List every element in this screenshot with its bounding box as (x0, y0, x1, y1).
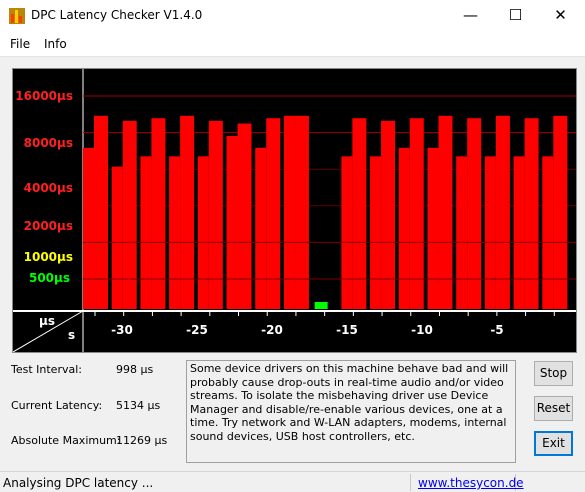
latency-bar (352, 118, 367, 309)
exit-button[interactable]: Exit (534, 431, 573, 456)
y-tick-label: 1000µs (23, 250, 73, 264)
close-button[interactable]: ✕ (538, 0, 583, 31)
latency-bar (226, 136, 238, 309)
latency-bar (294, 115, 309, 309)
latency-chart: 16000µs 8000µs 4000µs 2000µs 1000µs 500µ… (12, 68, 577, 353)
stop-button[interactable]: Stop (534, 361, 573, 386)
status-bar: Analysing DPC latency ... www.thesycon.d… (0, 471, 585, 492)
latency-bar (83, 147, 94, 309)
latency-bar (283, 115, 295, 309)
test-interval-label: Test Interval: (11, 363, 82, 376)
x-tick-label: -15 (336, 323, 358, 337)
latency-bar-good (314, 302, 328, 309)
y-unit-label: µs (39, 314, 55, 328)
y-tick-label: 8000µs (23, 136, 73, 150)
y-tick-label: 500µs (28, 271, 70, 285)
latency-bar (208, 120, 223, 309)
app-icon (9, 8, 25, 24)
latency-bar (467, 118, 482, 309)
test-interval-value: 998 µs (116, 363, 154, 376)
latency-bar (341, 156, 353, 309)
menu-bar: File Info (0, 31, 585, 57)
latency-bar (169, 156, 181, 309)
latency-bar (94, 115, 108, 309)
latency-bar (237, 123, 252, 309)
latency-bar (151, 118, 166, 309)
absolute-maximum-label: Absolute Maximum: (11, 434, 121, 447)
latency-bar (524, 118, 539, 309)
latency-bar (542, 156, 554, 309)
y-tick-label: 4000µs (23, 181, 73, 195)
status-text: Analysing DPC latency ... (3, 476, 154, 490)
latency-bar (122, 120, 137, 309)
status-divider (410, 474, 411, 491)
latency-bar (197, 156, 209, 309)
current-latency-value: 5134 µs (116, 399, 161, 412)
absolute-maximum-value: 11269 µs (116, 434, 168, 447)
menu-info[interactable]: Info (44, 37, 67, 51)
latency-bar (427, 147, 439, 309)
reset-button[interactable]: Reset (534, 396, 573, 421)
latency-bar (484, 156, 496, 309)
title-bar: DPC Latency Checker V1.4.0 — ☐ ✕ (0, 0, 585, 31)
latency-bar (140, 156, 152, 309)
x-tick-label: -10 (411, 323, 433, 337)
latency-chart-canvas (13, 69, 576, 352)
x-unit-label: s (68, 328, 76, 342)
window-title: DPC Latency Checker V1.4.0 (31, 8, 203, 22)
latency-bar (180, 115, 195, 309)
latency-bar (370, 156, 382, 309)
latency-bar (111, 166, 123, 309)
x-tick-label: -30 (111, 323, 133, 337)
current-latency-label: Current Latency: (11, 399, 103, 412)
y-tick-label: 2000µs (23, 219, 73, 233)
latency-bar (438, 115, 453, 309)
latency-bar (255, 147, 267, 309)
y-tick-label: 16000µs (15, 89, 73, 103)
latency-bar (381, 120, 396, 309)
latency-bar (513, 156, 525, 309)
maximize-button[interactable]: ☐ (493, 0, 538, 31)
latency-bar (456, 156, 468, 309)
website-link[interactable]: www.thesycon.de (418, 476, 524, 490)
minimize-button[interactable]: — (448, 0, 493, 31)
latency-bar (266, 118, 281, 309)
x-tick-label: -25 (186, 323, 208, 337)
latency-bar (495, 115, 510, 309)
x-tick-label: -20 (261, 323, 283, 337)
warning-message: Some device drivers on this machine beha… (186, 360, 516, 463)
latency-bar (398, 147, 410, 309)
latency-bar (409, 118, 424, 309)
x-tick-label: -5 (490, 323, 504, 337)
menu-file[interactable]: File (10, 37, 30, 51)
latency-bar (553, 115, 568, 309)
